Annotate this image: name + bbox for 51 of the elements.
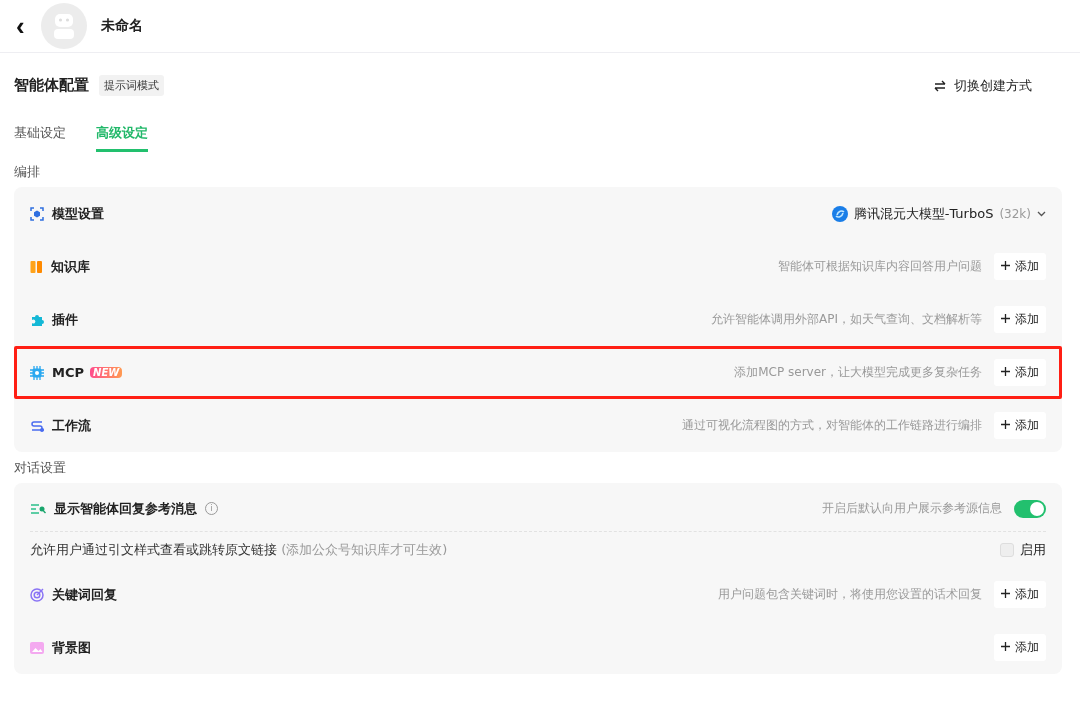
setting-description: 用户问题包含关键词时，将使用您设置的话术回复	[718, 586, 982, 603]
setting-label: 背景图	[52, 638, 91, 657]
puzzle-icon	[30, 312, 44, 327]
robot-avatar-icon	[40, 3, 87, 49]
plus-icon	[1001, 261, 1010, 270]
group-label: 编排	[14, 163, 41, 181]
setting-label: MCP	[52, 365, 84, 380]
add-button[interactable]: 添加	[994, 359, 1046, 386]
flow-icon	[30, 418, 44, 433]
mode-tag: 提示词模式	[99, 75, 164, 96]
setting-description: 允许智能体调用外部API，如天气查询、文档解析等	[711, 311, 982, 328]
model-select[interactable]: 腾讯混元大模型-TurboS (32k)	[831, 204, 1046, 223]
chevron-down-icon	[1037, 210, 1046, 217]
setting-description: 开启后默认向用户展示参考源信息	[822, 500, 1002, 517]
setting-label: 显示智能体回复参考消息	[54, 499, 197, 518]
setting-description: 添加MCP server，让大模型完成更多复杂任务	[734, 364, 982, 381]
switch-mode-button[interactable]: 切换创建方式	[934, 76, 1032, 95]
setting-label: 插件	[52, 310, 78, 329]
setting-label: 模型设置	[52, 204, 104, 223]
model-cube-icon	[30, 206, 44, 221]
add-button[interactable]: 添加	[994, 634, 1046, 661]
agent-name: 未命名	[100, 17, 143, 35]
add-button[interactable]: 添加	[994, 306, 1046, 333]
enable-checkbox[interactable]: 启用	[1000, 541, 1046, 559]
setting-label: 知识库	[51, 257, 90, 276]
setting-label: 关键词回复	[52, 585, 117, 604]
section-title: 智能体配置	[14, 76, 89, 95]
setting-label: 工作流	[52, 416, 91, 435]
chip-icon	[30, 365, 44, 380]
plus-icon	[1001, 589, 1010, 598]
swap-arrows-icon	[934, 79, 946, 92]
target-icon	[30, 587, 44, 602]
plus-icon	[1001, 642, 1010, 651]
books-icon	[30, 259, 43, 274]
plus-icon	[1001, 314, 1010, 323]
model-logo-icon	[831, 205, 848, 222]
new-badge: NEW	[90, 367, 123, 378]
setting-description: 通过可视化流程图的方式，对智能体的工作链路进行编排	[682, 417, 982, 434]
back-button[interactable]: ‹	[14, 13, 27, 39]
setting-description: 智能体可根据知识库内容回答用户问题	[778, 258, 982, 275]
tab[interactable]: 基础设定	[14, 120, 66, 152]
plus-icon	[1001, 367, 1010, 376]
add-button[interactable]: 添加	[994, 253, 1046, 280]
setting-text: 允许用户通过引文样式查看或跳转原文链接 (添加公众号知识库才可生效)	[30, 541, 448, 559]
add-button[interactable]: 添加	[994, 581, 1046, 608]
add-button[interactable]: 添加	[994, 412, 1046, 439]
list-search-icon	[30, 502, 46, 515]
image-icon	[30, 641, 44, 654]
toggle-switch[interactable]	[1014, 499, 1046, 518]
plus-icon	[1001, 420, 1010, 429]
group-label: 对话设置	[14, 459, 67, 477]
